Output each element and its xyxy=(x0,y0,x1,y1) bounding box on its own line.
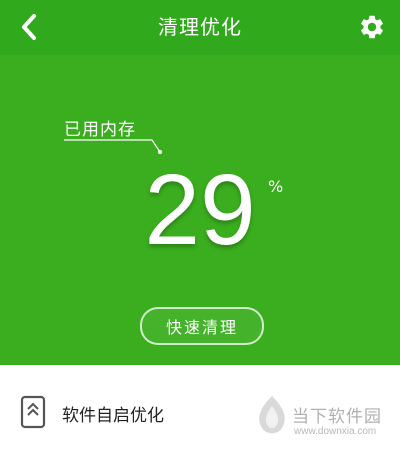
watermark-url: www.downxia.com xyxy=(294,426,377,437)
phone-autostart-icon xyxy=(20,395,46,429)
settings-button[interactable] xyxy=(354,9,390,45)
gear-icon xyxy=(361,15,383,39)
list-item-label: 软件自启优化 xyxy=(62,406,164,426)
watermark-site-name: 当下软件园 xyxy=(292,407,382,427)
watermark-logo xyxy=(259,396,285,434)
top-bar: 清理优化 xyxy=(0,0,400,55)
page-title: 清理优化 xyxy=(158,15,242,39)
memory-percent-value: 29 xyxy=(144,154,256,266)
quick-clean-button[interactable]: 快速清理 xyxy=(140,307,264,345)
memory-panel: 已用内存 29 % 快速清理 xyxy=(0,55,400,365)
percent-unit: % xyxy=(268,177,284,196)
